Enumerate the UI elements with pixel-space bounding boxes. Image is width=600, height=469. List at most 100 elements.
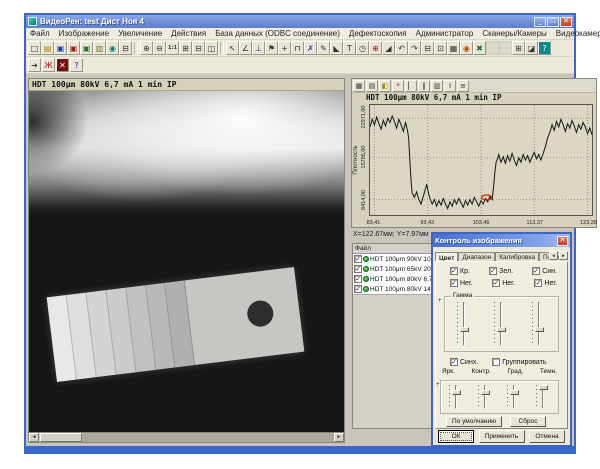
menu-дефектоскопия[interactable]: Дефектоскопия [349,29,407,38]
default-button[interactable]: По умолчанию [446,416,502,427]
scroll-right-icon[interactable]: ► [334,433,344,442]
chart-tool-levels-icon[interactable]: ≡ [457,80,469,92]
menu-действия[interactable]: Действия [171,29,206,38]
acquire-tool-icon[interactable]: Ж [42,58,55,72]
slider-handle[interactable] [497,327,506,332]
rgb-wheel-icon[interactable]: ◉ [460,41,473,55]
sync[interactable]: ✓Синх. [450,358,478,366]
xray-image[interactable] [29,91,344,432]
rgb-filter-icon[interactable]: ✖ [473,41,486,55]
close-icon[interactable]: ✕ [560,17,572,27]
adjust-slider-контр[interactable] [477,383,493,411]
help-hint-icon[interactable]: ? [538,41,551,55]
menu-база-данных-odbc-соединение[interactable]: База данных (ODBC соединение) [215,29,340,38]
tab-цвет[interactable]: Цвет [435,252,458,261]
menu-увеличение[interactable]: Увеличение [118,29,162,38]
tile-horizontal-icon[interactable]: ⊟ [192,41,205,55]
negative-1-checkbox-checked[interactable]: ✓ [450,279,458,287]
negative-3-checkbox-checked[interactable]: ✓ [534,279,542,287]
clamp-tool-icon[interactable]: ⊓ [291,41,304,55]
pointer-tool-icon[interactable]: ↖ [226,41,239,55]
open-in-viewer-icon[interactable]: ➔ [28,58,41,72]
negative-1[interactable]: ✓Нег. [450,279,473,287]
save-red-icon[interactable]: ▣ [67,41,80,55]
ok-button[interactable]: ОК [438,430,474,443]
tab-scroll-right-icon[interactable]: ► [559,251,568,260]
row-checkbox-checked[interactable]: ✓ [354,255,362,263]
actual-size-icon[interactable]: 1:1 [166,41,179,55]
group-checkbox[interactable] [492,358,500,366]
cross-tool-icon[interactable]: ✗ [304,41,317,55]
timer-tool-icon[interactable]: ◷ [356,41,369,55]
angle-tool-icon[interactable]: ∠ [239,41,252,55]
channel-син-checkbox-checked[interactable]: ✓ [532,267,540,275]
slider-handle[interactable] [460,327,469,332]
slider-handle[interactable] [481,390,490,395]
menu-файл[interactable]: Файл [30,29,50,38]
tab-scroll-left-icon[interactable]: ◄ [549,251,558,260]
chart-tool-vlines-icon[interactable]: ‖ [418,80,430,92]
row-checkbox-checked[interactable]: ✓ [354,265,362,273]
reset-button[interactable]: Сброс [510,416,546,427]
new-document-icon[interactable]: □ [28,41,41,55]
channel-син[interactable]: ✓Син. [532,267,557,275]
target-tool-icon[interactable]: ⊕ [369,41,382,55]
dialog-title-bar[interactable]: Контроль изображения ✕ [433,234,570,247]
minus-box-icon[interactable]: ⊟ [421,41,434,55]
plus-tool-icon[interactable]: + [278,41,291,55]
zoom-in-icon[interactable]: ⊕ [140,41,153,55]
menu-видеокамера[interactable]: Видеокамера [556,29,600,38]
zoom-out-icon[interactable]: ⊖ [153,41,166,55]
chart-tool-cursor-icon[interactable]: I [444,80,456,92]
title-bar[interactable]: ВидеоРен: test Дист Ноя 4 _□✕ [26,15,574,28]
negative-3[interactable]: ✓Нег. [534,279,557,287]
gamma-slider-2[interactable] [493,300,509,348]
rotate-left-icon[interactable]: ↶ [395,41,408,55]
menu-сканеры-камеры[interactable]: Сканеры/Камеры [482,29,546,38]
menu-изображение[interactable]: Изображение [59,29,109,38]
dialog-close-icon[interactable]: ✕ [557,236,568,246]
row-checkbox-checked[interactable]: ✓ [354,275,362,283]
pencil-tool-icon[interactable]: ✎ [317,41,330,55]
menu-администратор[interactable]: Администратор [416,29,474,38]
channel-кр[interactable]: ✓Кр. [450,267,470,275]
ruler-tool-icon[interactable]: ◣ [330,41,343,55]
flag-tool-icon[interactable]: ⚑ [265,41,278,55]
chart-tool-grid-icon[interactable]: ▦ [353,80,365,92]
level-tool-icon[interactable]: ⊥ [252,41,265,55]
tab-диапазон[interactable]: Диапазон [458,252,495,261]
tab-калибровка[interactable]: Калибровка [495,252,539,261]
maximize-icon[interactable]: □ [547,17,559,27]
chart-tool-bars-icon[interactable]: ▥ [431,80,443,92]
export-folder-icon[interactable]: ▥ [93,41,106,55]
sync-checkbox-checked[interactable]: ✓ [450,358,458,366]
fit-to-window-icon[interactable]: ⊞ [179,41,192,55]
scrollbar-track[interactable] [82,433,334,442]
plot-area[interactable] [369,104,593,216]
help-icon[interactable]: ? [70,58,83,72]
open-folder-icon[interactable]: ▤ [41,41,54,55]
scroll-left-icon[interactable]: ◄ [29,433,39,442]
save-green-icon[interactable]: ▣ [80,41,93,55]
cancel-button[interactable]: Отмена [529,430,565,443]
chart-tool-export-icon[interactable]: ▤ [366,80,378,92]
adjust-slider-град[interactable] [506,383,522,411]
adjust-slider-темн[interactable] [535,383,551,411]
channel-кр-checkbox-checked[interactable]: ✓ [450,267,458,275]
rotate-right-icon[interactable]: ↷ [408,41,421,55]
image-view-icon[interactable]: ◪ [525,41,538,55]
info-box-icon[interactable]: ⊡ [434,41,447,55]
slider-handle[interactable] [452,390,461,395]
lut-grid-icon[interactable]: ▦ [447,41,460,55]
tile-vertical-icon[interactable]: ◫ [205,41,218,55]
horizontal-scrollbar[interactable]: ◄ ► [29,432,344,442]
slider-handle[interactable] [510,390,519,395]
scrollbar-thumb[interactable] [40,433,82,442]
web-globe-icon[interactable]: ◉ [106,41,119,55]
chart-tool-palette-icon[interactable]: ◧ [379,80,391,92]
channel-зел[interactable]: ✓Зел. [489,267,513,275]
negative-2-checkbox-checked[interactable]: ✓ [492,279,500,287]
gamma-slider-1[interactable] [456,300,472,348]
chart-tool-star-icon[interactable]: * [392,80,404,92]
save-file-icon[interactable]: ▣ [54,41,67,55]
